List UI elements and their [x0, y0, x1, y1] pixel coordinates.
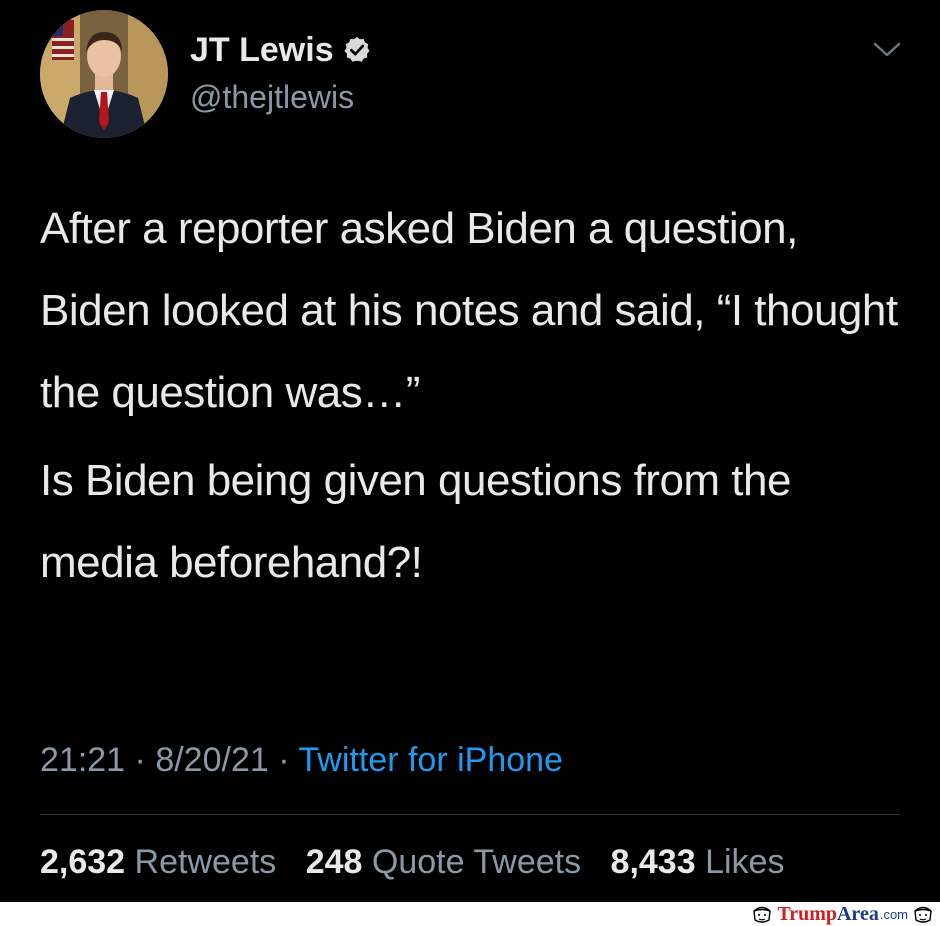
tweet-body: After a reporter asked Biden a question,…: [40, 188, 900, 604]
chevron-down-icon[interactable]: [870, 38, 904, 62]
page: JT Lewis @thejtlewis After a reporter as…: [0, 0, 940, 926]
meta-separator: ·: [134, 741, 146, 779]
verified-badge-icon: [342, 35, 372, 65]
tweet-metadata: 21:21 · 8/20/21 · Twitter for iPhone: [40, 738, 563, 782]
tweet-text-paragraph: Is Biden being given questions from the …: [40, 456, 791, 587]
watermark-face-icon: [753, 906, 772, 923]
tweet-card: JT Lewis @thejtlewis After a reporter as…: [0, 0, 940, 902]
author-name[interactable]: JT Lewis: [190, 30, 372, 70]
author-handle[interactable]: @thejtlewis: [190, 78, 354, 116]
tweet-date[interactable]: 8/20/21: [155, 741, 268, 779]
quote-tweets-stat[interactable]: 248 Quote Tweets: [306, 840, 581, 884]
quote-tweets-label: Quote Tweets: [371, 843, 582, 881]
retweets-label: Retweets: [134, 843, 277, 881]
author-display-name[interactable]: JT Lewis: [190, 30, 334, 70]
tweet-text-paragraph: After a reporter asked Biden a question,…: [40, 204, 898, 417]
meta-separator: ·: [278, 741, 290, 779]
watermark-bar: Trump Area .com: [0, 902, 940, 926]
retweets-stat[interactable]: 2,632 Retweets: [40, 840, 276, 884]
tweet-source-link[interactable]: Twitter for iPhone: [298, 741, 563, 779]
retweets-count: 2,632: [40, 843, 126, 881]
watermark-text-com: .com: [879, 906, 908, 922]
likes-stat[interactable]: 8,433 Likes: [611, 840, 785, 884]
tweet-time[interactable]: 21:21: [40, 741, 125, 779]
watermark-text-area: Area: [836, 902, 879, 925]
likes-count: 8,433: [610, 843, 696, 881]
watermark-text-trump: Trump: [777, 902, 837, 925]
quote-tweets-count: 248: [305, 843, 363, 881]
watermark: Trump Area .com: [751, 903, 934, 925]
divider: [40, 814, 900, 815]
watermark-face-icon: [914, 906, 932, 923]
tweet-stats: 2,632 Retweets 248 Quote Tweets 8,433 Li…: [40, 840, 804, 884]
avatar[interactable]: [40, 10, 168, 138]
likes-label: Likes: [705, 843, 785, 881]
